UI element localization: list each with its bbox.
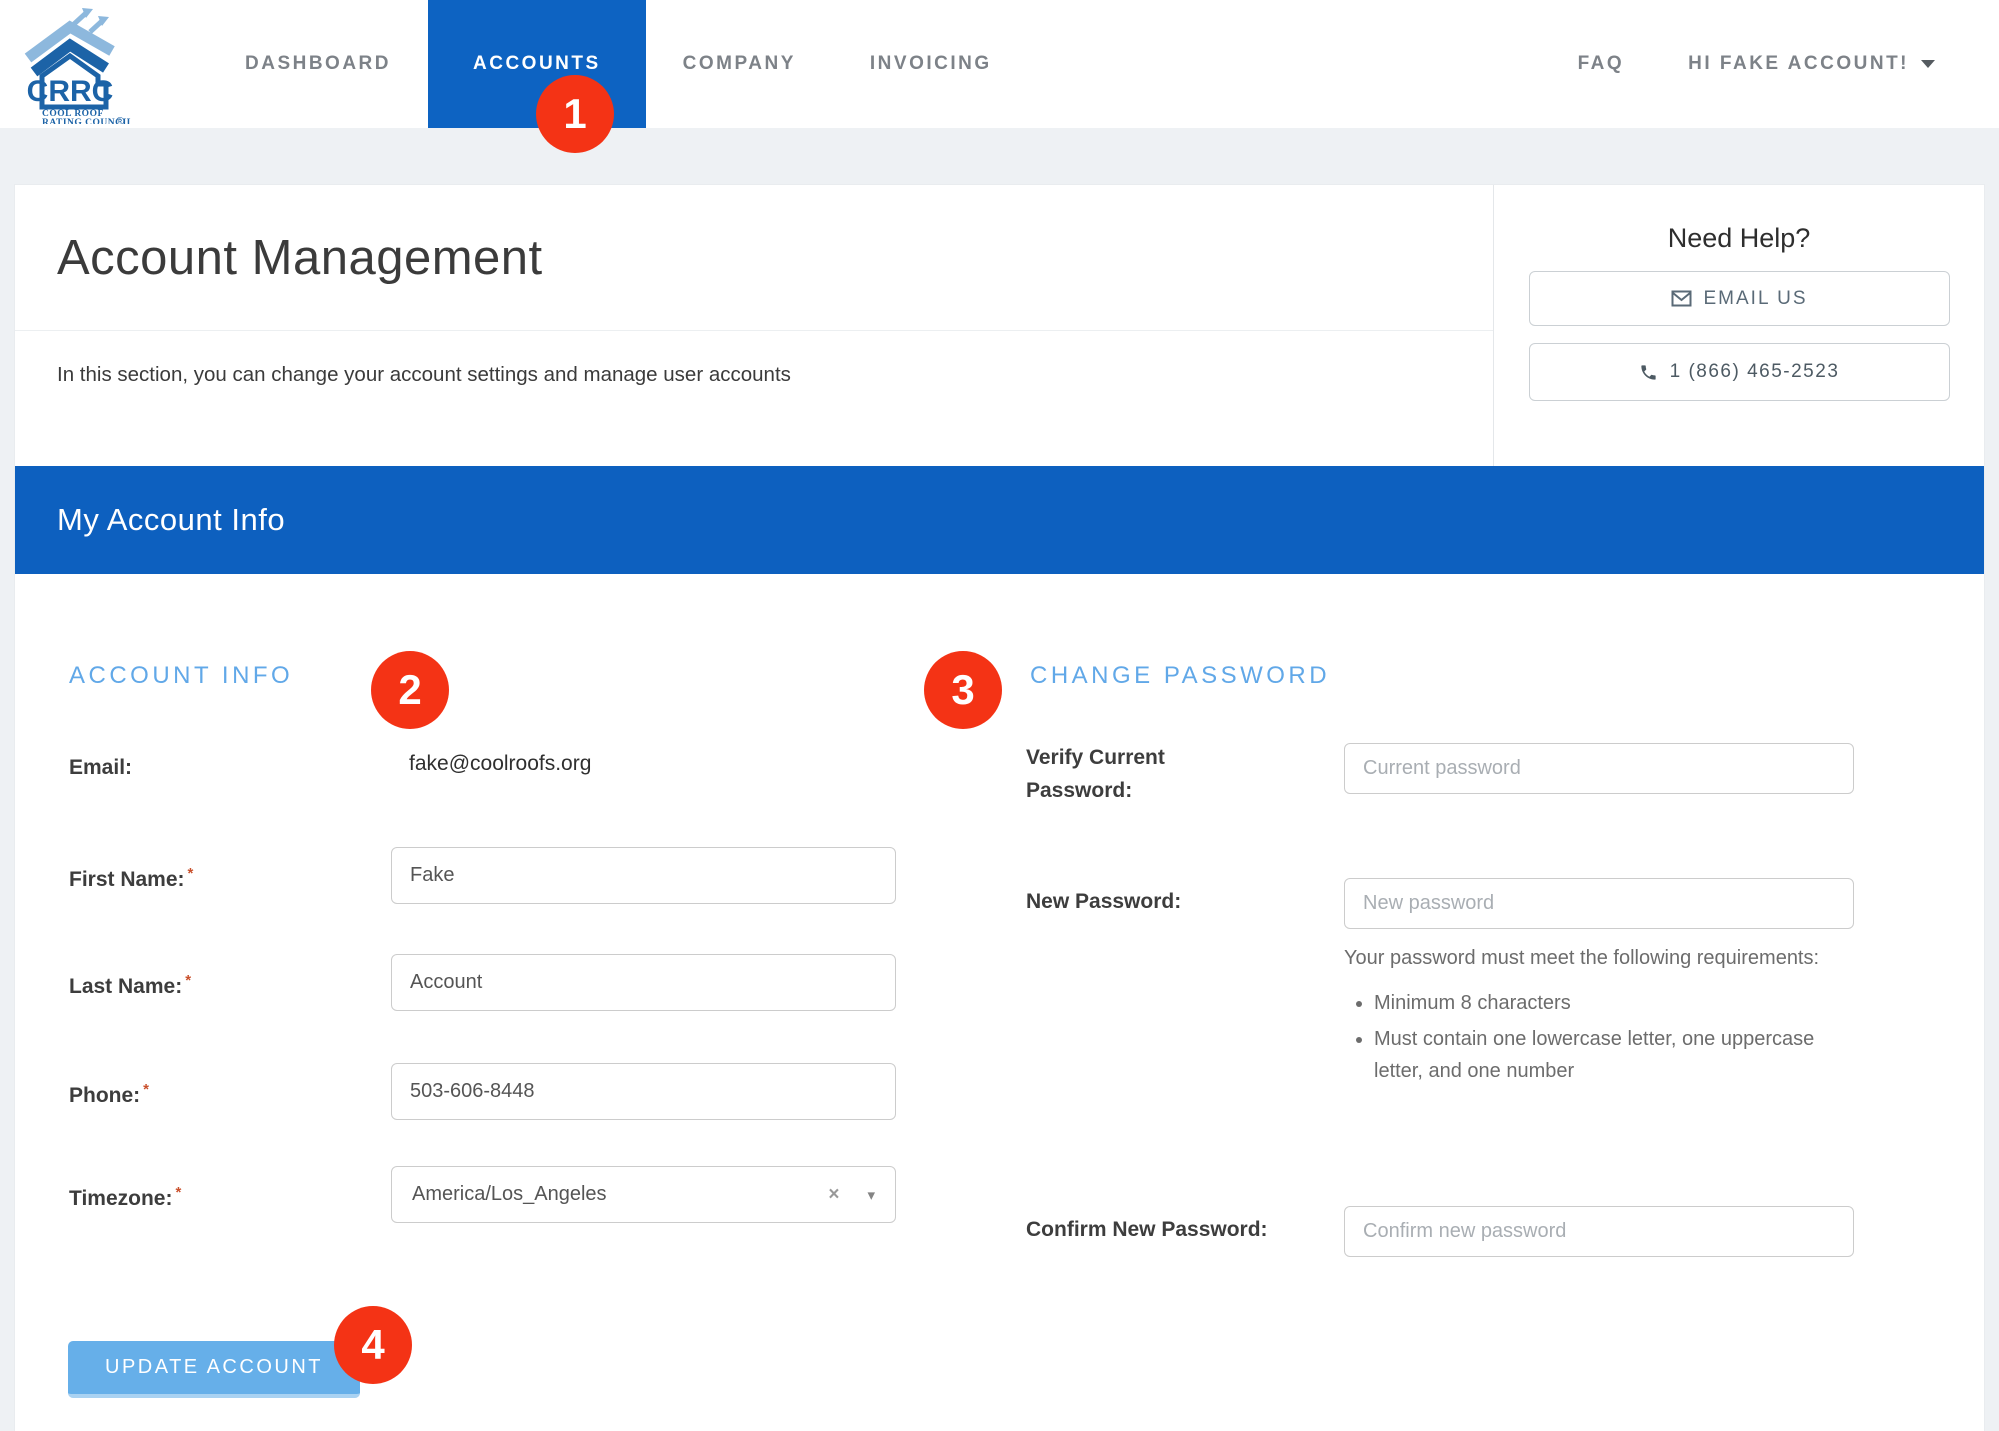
logo-abbr: CRRC	[27, 75, 114, 108]
need-help-title: Need Help?	[1494, 223, 1984, 254]
phone-number-label: 1 (866) 465-2523	[1670, 361, 1840, 383]
title-and-subtitle: Account Management In this section, you …	[15, 185, 1493, 466]
first-name-input[interactable]	[391, 847, 896, 904]
phone-icon	[1639, 363, 1658, 382]
annotation-badge-2: 2	[371, 651, 449, 729]
timezone-select[interactable]: America/Los_Angeles × ▾	[391, 1166, 896, 1223]
email-label-text: Email:	[69, 756, 132, 779]
nav-item-company[interactable]: COMPANY	[646, 0, 833, 128]
email-label: Email:	[69, 752, 132, 785]
header-right-nav: FAQ HI FAKE ACCOUNT!	[1578, 53, 1999, 75]
nav-item-faq[interactable]: FAQ	[1578, 53, 1625, 75]
current-password-label: Verify Current Password:	[1026, 742, 1276, 807]
registered-trademark-icon: ®	[116, 116, 124, 124]
confirm-password-input[interactable]	[1344, 1206, 1854, 1257]
nav-item-dashboard[interactable]: DASHBOARD	[208, 0, 428, 128]
required-asterisk: *	[143, 1081, 149, 1098]
confirm-password-label: Confirm New Password:	[1026, 1214, 1326, 1247]
logo-arrow-icon	[74, 13, 86, 24]
annotation-badge-3: 3	[924, 651, 1002, 729]
chevron-down-icon[interactable]: ▾	[867, 1186, 875, 1204]
first-name-label-text: First Name:	[69, 868, 185, 891]
required-asterisk: *	[185, 972, 191, 989]
page-title: Account Management	[57, 230, 543, 286]
clear-selection-icon[interactable]: ×	[828, 1184, 839, 1206]
last-name-label: Last Name:*	[69, 969, 191, 1004]
email-us-label: EMAIL US	[1704, 288, 1808, 310]
new-password-input[interactable]	[1344, 878, 1854, 929]
logo-arrow-icon	[90, 21, 102, 32]
password-requirement-item: Minimum 8 characters	[1374, 987, 1824, 1019]
need-help-panel: Need Help? EMAIL US 1 (866) 465-2523	[1493, 185, 1984, 466]
account-management-page: CRRC COOL ROOF RATING COUNCIL ® DASHBOAR…	[0, 0, 1999, 1431]
account-info-heading: ACCOUNT INFO	[69, 662, 293, 690]
new-password-label: New Password:	[1026, 886, 1306, 919]
change-password-heading: CHANGE PASSWORD	[1030, 662, 1330, 690]
timezone-selected-value: America/Los_Angeles	[412, 1183, 828, 1206]
email-value: fake@coolroofs.org	[409, 752, 591, 776]
phone-label: Phone:*	[69, 1078, 149, 1113]
password-requirement-item: Must contain one lowercase letter, one u…	[1374, 1023, 1824, 1087]
primary-nav: DASHBOARD ACCOUNTS COMPANY INVOICING	[208, 0, 1029, 128]
last-name-input[interactable]	[391, 954, 896, 1011]
phone-button[interactable]: 1 (866) 465-2523	[1529, 343, 1950, 401]
password-requirements-intro: Your password must meet the following re…	[1344, 942, 1824, 974]
first-name-label: First Name:*	[69, 862, 193, 897]
account-management-card: Account Management In this section, you …	[14, 184, 1985, 1431]
crrc-logo[interactable]: CRRC COOL ROOF RATING COUNCIL ®	[12, 4, 132, 124]
my-account-info-title: My Account Info	[57, 502, 285, 538]
last-name-label-text: Last Name:	[69, 975, 182, 998]
envelope-icon	[1671, 290, 1692, 307]
user-menu-caret-icon	[1921, 60, 1935, 68]
user-menu-label: HI FAKE ACCOUNT!	[1688, 53, 1909, 75]
title-block: Account Management	[15, 185, 1493, 331]
card-header-section: Account Management In this section, you …	[15, 185, 1984, 466]
current-password-input[interactable]	[1344, 743, 1854, 794]
nav-item-invoicing[interactable]: INVOICING	[833, 0, 1029, 128]
phone-input[interactable]	[391, 1063, 896, 1120]
update-account-button[interactable]: UPDATE ACCOUNT	[68, 1341, 360, 1398]
timezone-label-text: Timezone:	[69, 1187, 172, 1210]
user-menu[interactable]: HI FAKE ACCOUNT!	[1688, 53, 1935, 75]
annotation-badge-1: 1	[536, 75, 614, 153]
phone-label-text: Phone:	[69, 1084, 140, 1107]
my-account-info-bar: My Account Info	[15, 466, 1984, 574]
annotation-badge-4: 4	[334, 1306, 412, 1384]
page-subtitle: In this section, you can change your acc…	[15, 331, 1493, 419]
timezone-label: Timezone:*	[69, 1181, 181, 1216]
email-us-button[interactable]: EMAIL US	[1529, 271, 1950, 326]
password-requirements-list: Minimum 8 characters Must contain one lo…	[1344, 987, 1824, 1087]
password-requirements: Your password must meet the following re…	[1344, 942, 1824, 1091]
required-asterisk: *	[188, 865, 194, 882]
required-asterisk: *	[175, 1184, 181, 1201]
top-navigation-bar: CRRC COOL ROOF RATING COUNCIL ® DASHBOAR…	[0, 0, 1999, 128]
